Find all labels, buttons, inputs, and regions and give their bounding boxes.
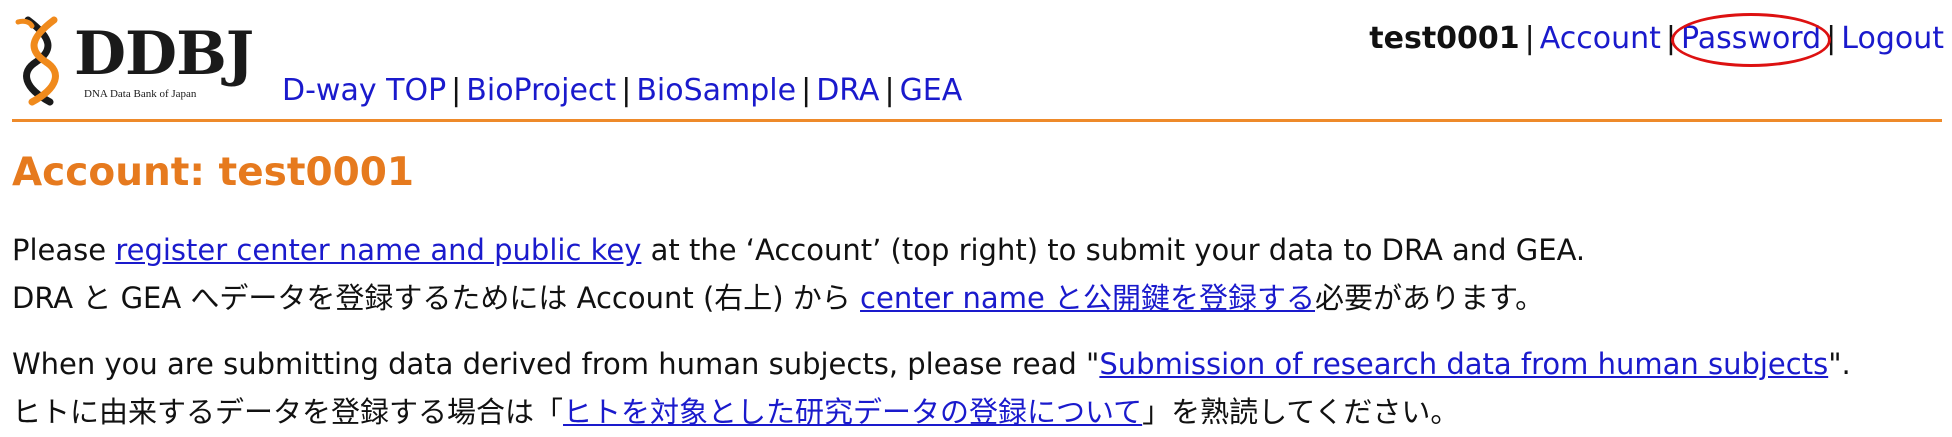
human-line-ja: ヒトに由来するデータを登録する場合は「ヒトを対象とした研究データの登録について」…	[12, 388, 1851, 436]
dna-helix-icon	[15, 16, 59, 106]
human-en-suffix: ".	[1828, 347, 1851, 381]
intro-en-suffix: at the ‘Account’ (top right) to submit y…	[641, 233, 1586, 267]
account-link[interactable]: Account	[1540, 21, 1661, 56]
register-center-link-ja[interactable]: center name と公開鍵を登録する	[860, 281, 1315, 315]
main-nav: D-way TOP | BioProject | BioSample | DRA | GEA	[282, 71, 962, 111]
nav-separator: |	[1524, 21, 1535, 56]
intro-ja-suffix: 必要があります。	[1315, 281, 1545, 315]
password-highlight: Password	[1671, 13, 1832, 67]
page-header: DDBJ DNA Data Bank of Japan D-way TOP | Bi…	[0, 0, 1952, 121]
nav-separator: |	[621, 73, 632, 108]
human-ja-suffix: 」を熟読してください。	[1142, 395, 1460, 429]
user-nav: test0001 | Account | Password | Logout	[1369, 13, 1944, 67]
header-divider	[12, 119, 1942, 122]
current-username: test0001	[1369, 21, 1520, 56]
logo-subtitle: DNA Data Bank of Japan	[84, 88, 197, 100]
nav-separator: |	[1665, 21, 1677, 56]
human-line-en: When you are submitting data derived fro…	[12, 340, 1851, 388]
human-subjects-link-ja[interactable]: ヒトを対象とした研究データの登録について	[563, 395, 1142, 429]
intro-line-ja: DRA と GEA へデータを登録するためには Account (右上) から …	[12, 274, 1585, 322]
human-en-prefix: When you are submitting data derived fro…	[12, 347, 1100, 381]
nav-link-bioproject[interactable]: BioProject	[466, 73, 616, 108]
intro-line-en: Please register center name and public k…	[12, 226, 1585, 274]
intro-en-prefix: Please	[12, 233, 116, 267]
intro-paragraph: Please register center name and public k…	[12, 226, 1585, 322]
page-title: Account: test0001	[12, 150, 415, 195]
register-center-link[interactable]: register center name and public key	[115, 233, 641, 267]
nav-link-gea[interactable]: GEA	[900, 73, 963, 108]
nav-separator: |	[451, 73, 462, 108]
password-link[interactable]: Password	[1681, 21, 1821, 56]
logo-wordmark: DDBJ	[74, 19, 254, 89]
nav-separator: |	[801, 73, 812, 108]
nav-separator: |	[1826, 21, 1837, 56]
nav-separator: |	[884, 73, 895, 108]
nav-link-biosample[interactable]: BioSample	[636, 73, 796, 108]
ddbj-logo[interactable]: DDBJ DNA Data Bank of Japan	[14, 16, 254, 106]
human-subjects-link[interactable]: Submission of research data from human s…	[1099, 347, 1828, 381]
human-ja-prefix: ヒトに由来するデータを登録する場合は「	[12, 395, 564, 429]
human-data-paragraph: When you are submitting data derived fro…	[12, 340, 1851, 436]
logout-link[interactable]: Logout	[1841, 21, 1944, 56]
intro-ja-prefix: DRA と GEA へデータを登録するためには Account (右上) から	[12, 281, 861, 315]
nav-link-dra[interactable]: DRA	[816, 73, 879, 108]
nav-link-dway-top[interactable]: D-way TOP	[282, 73, 446, 108]
